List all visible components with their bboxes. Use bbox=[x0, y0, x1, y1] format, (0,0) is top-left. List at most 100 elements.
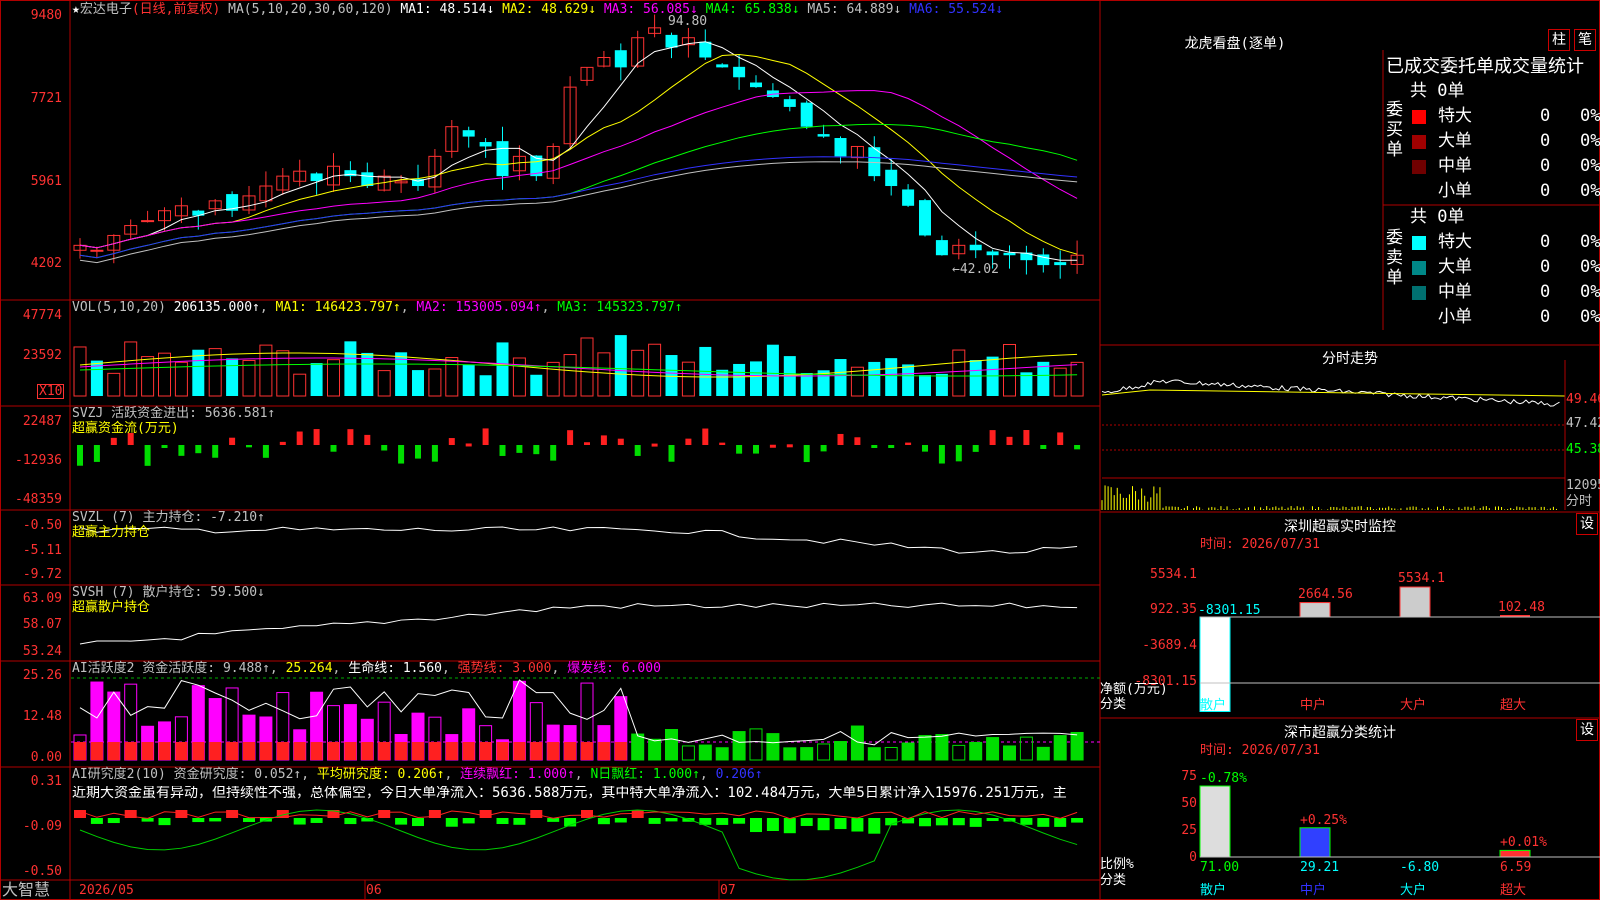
order-name: 特大 bbox=[1438, 106, 1472, 126]
volume-bar bbox=[665, 355, 678, 396]
research-bar bbox=[462, 818, 475, 824]
stat-pct-label: 29.21 bbox=[1300, 860, 1340, 875]
active-bar bbox=[681, 745, 695, 761]
ai-research-label: AI研究度2(10) 资金研究度: 0.052↑ bbox=[72, 767, 302, 782]
research-bar bbox=[1037, 818, 1050, 827]
high-price-label: 94.80 bbox=[668, 14, 708, 29]
volume-bar bbox=[496, 342, 509, 396]
candle-body bbox=[817, 134, 830, 137]
fund-flow-bar bbox=[212, 445, 219, 458]
research-bar bbox=[952, 818, 965, 826]
stat-cat-label: 分类 bbox=[1100, 873, 1127, 888]
svsh-tick-2: 58.07 bbox=[22, 617, 62, 632]
fund-flow-bar bbox=[972, 445, 979, 452]
volume-bar bbox=[969, 360, 982, 396]
active-bar bbox=[783, 747, 797, 761]
stat-change-label: +0.25% bbox=[1300, 812, 1347, 828]
research-bar bbox=[800, 818, 813, 826]
svzl-sub: 超赢主力持仓 bbox=[72, 525, 151, 540]
active-bar bbox=[665, 728, 678, 761]
fund-flow-bar bbox=[837, 433, 844, 445]
order-count: 0 bbox=[1540, 307, 1551, 327]
volume-bar bbox=[919, 375, 931, 396]
stat-change-label: -0.78% bbox=[1200, 771, 1247, 786]
active-bar bbox=[884, 746, 898, 761]
order-color-swatch bbox=[1412, 110, 1426, 124]
ai-active-tick-1: 25.26 bbox=[22, 668, 62, 683]
candle-body bbox=[90, 249, 104, 252]
stat-pct-label: 71.00 bbox=[1200, 860, 1240, 875]
stock-name: 宏达电子 bbox=[79, 2, 132, 17]
chart-canvas[interactable] bbox=[0, 0, 1600, 900]
active-base-bar bbox=[378, 742, 391, 760]
active-bar bbox=[1003, 745, 1016, 761]
order-count: 0 bbox=[1540, 282, 1551, 302]
volume-bar bbox=[766, 344, 779, 396]
volume-bar bbox=[935, 373, 948, 396]
volume-bar bbox=[462, 364, 475, 396]
svsh-tick-3: 53.24 bbox=[22, 644, 62, 659]
fund-flow-bar bbox=[634, 445, 641, 456]
bar-view-button[interactable]: 柱 bbox=[1548, 29, 1570, 51]
active-bar bbox=[867, 747, 881, 761]
volume-bar bbox=[1003, 343, 1016, 397]
research-bar bbox=[293, 818, 306, 825]
research-bar bbox=[817, 818, 830, 831]
fund-flow-bar bbox=[719, 442, 726, 445]
vol-value: 206135.000↑ bbox=[173, 300, 260, 315]
fund-flow-bar bbox=[161, 445, 168, 448]
ma1-value: MA1: 48.514↓ bbox=[400, 2, 495, 17]
svzj-tick-3: -48359 bbox=[15, 492, 62, 507]
candle-body bbox=[750, 82, 762, 88]
fund-flow-bar bbox=[381, 445, 388, 451]
research-bar bbox=[445, 818, 458, 827]
volume-bar bbox=[1070, 361, 1084, 397]
order-pct: 0% bbox=[1580, 307, 1600, 327]
volume-bar bbox=[208, 348, 222, 397]
active-bar bbox=[952, 744, 966, 761]
stat-category-label: 散户 bbox=[1200, 883, 1227, 898]
research-bar bbox=[986, 818, 999, 822]
stat-bar bbox=[1199, 785, 1231, 858]
fund-flow-bar bbox=[955, 445, 962, 462]
buy-order-label: 委买单 bbox=[1386, 100, 1403, 160]
monitor-settings-button[interactable]: 设 bbox=[1576, 513, 1598, 535]
monitor-title: 深圳超赢实时监控 bbox=[1284, 519, 1396, 535]
fund-flow-bar bbox=[888, 445, 895, 448]
research-bar bbox=[158, 818, 171, 826]
fund-flow-bar bbox=[938, 445, 945, 464]
ai-research-cont: 连续飘红: 1.000↑ bbox=[460, 767, 575, 782]
volume-bar bbox=[885, 358, 898, 396]
period-mode[interactable]: (日线,前复权) bbox=[132, 2, 220, 17]
active-base-bar bbox=[462, 742, 475, 760]
svzj-tick-2: -12936 bbox=[15, 453, 62, 468]
active-base-bar bbox=[395, 742, 408, 760]
volume-bar bbox=[361, 352, 374, 396]
fund-flow-bar bbox=[786, 444, 793, 448]
ai-research-avg: 平均研究度: 0.206↑ bbox=[316, 767, 445, 782]
intraday-vol-tick: 12095 bbox=[1566, 478, 1600, 493]
candle-body bbox=[969, 244, 982, 251]
ai-active-label: AI活跃度2 资金活跃度: 9.488↑ bbox=[72, 661, 270, 676]
price-tick-4: 4202 bbox=[30, 256, 62, 271]
order-color-swatch bbox=[1412, 236, 1426, 250]
price-header: ★宏达电子(日线,前复权) MA(5,10,20,30,60,120) MA1:… bbox=[72, 2, 1003, 17]
volume-bar bbox=[631, 349, 645, 397]
active-bar bbox=[834, 741, 847, 761]
buy-total: 共 0单 bbox=[1410, 81, 1465, 101]
vol-tick-2: 23592 bbox=[22, 348, 62, 363]
research-bar bbox=[969, 818, 982, 827]
active-base-bar bbox=[530, 742, 543, 760]
order-name: 小单 bbox=[1438, 307, 1472, 327]
svzj-label: SVZJ 活跃资金进出: 5636.581↑ bbox=[72, 406, 276, 421]
tick-view-button[interactable]: 笔 bbox=[1574, 29, 1596, 51]
stat-settings-button[interactable]: 设 bbox=[1576, 719, 1598, 741]
candle-body bbox=[800, 102, 813, 127]
volume-bar bbox=[310, 363, 323, 396]
fund-flow-bar bbox=[803, 445, 810, 463]
candle-body bbox=[783, 99, 796, 107]
fund-flow-bar bbox=[905, 442, 912, 445]
volume-bar bbox=[563, 354, 577, 397]
brand-logo: 大智慧 bbox=[2, 880, 51, 899]
volume-bar bbox=[479, 375, 492, 396]
